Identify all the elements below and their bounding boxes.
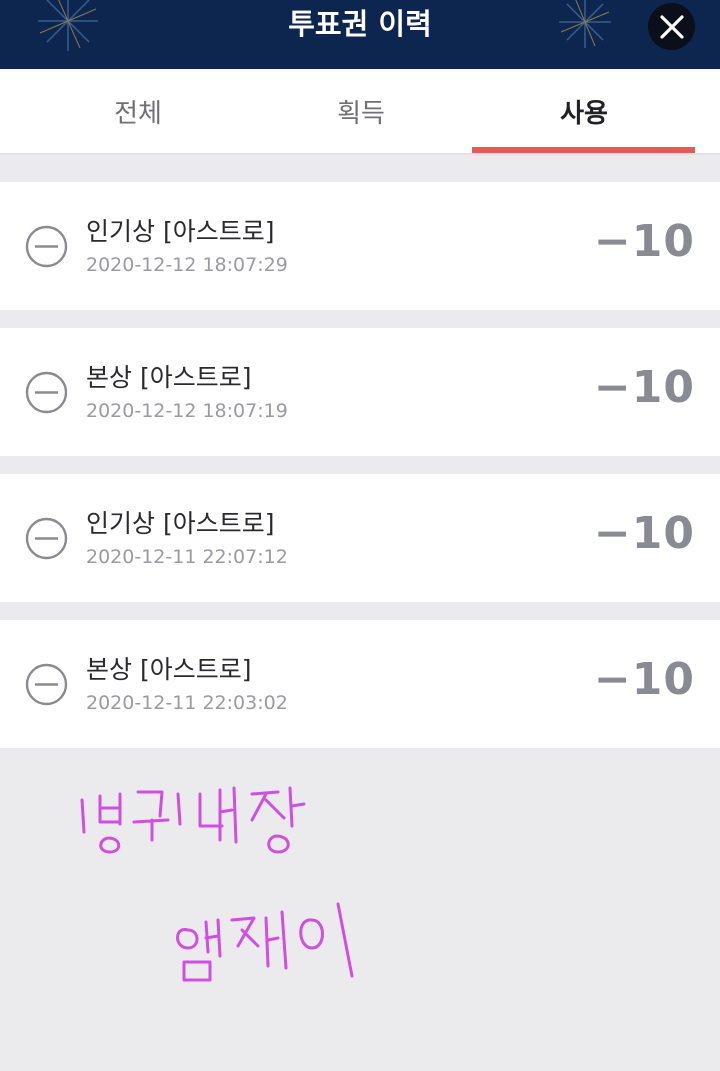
history-item-datetime: 2020-12-12 18:07:19 [86, 400, 288, 422]
history-item-title: 본상 [아스트로] [86, 655, 252, 684]
history-item[interactable]: 인기상 [아스트로] 2020-12-11 22:07:12 −10 [0, 474, 720, 602]
tab-all[interactable]: 전체 [26, 69, 250, 153]
history-item-datetime: 2020-12-12 18:07:29 [86, 254, 288, 276]
close-button[interactable] [648, 3, 695, 50]
handwritten-signature [80, 786, 354, 982]
history-item[interactable]: 본상 [아스트로] 2020-12-12 18:07:19 −10 [0, 328, 720, 456]
minus-circle-icon [25, 517, 68, 560]
tab-active-indicator [472, 147, 695, 153]
history-item-amount: −10 [593, 362, 695, 413]
page-title: 투표권 이력 [288, 7, 432, 41]
history-item-title: 인기상 [아스트로] [86, 217, 275, 246]
history-item-title: 본상 [아스트로] [86, 363, 252, 392]
history-item-datetime: 2020-12-11 22:03:02 [86, 692, 288, 714]
tab-bar: 전체 획득 사용 [0, 69, 720, 155]
history-item-title: 인기상 [아스트로] [86, 509, 275, 538]
history-item-amount: −10 [593, 654, 695, 705]
history-item[interactable]: 인기상 [아스트로] 2020-12-12 18:07:29 −10 [0, 182, 720, 310]
history-item[interactable]: 본상 [아스트로] 2020-12-11 22:03:02 −10 [0, 620, 720, 748]
history-item-amount: −10 [593, 216, 695, 267]
history-item-datetime: 2020-12-11 22:07:12 [86, 546, 288, 568]
history-item-amount: −10 [593, 508, 695, 559]
minus-circle-icon [25, 371, 68, 414]
header-bar: 투표권 이력 [0, 0, 720, 69]
minus-circle-icon [25, 663, 68, 706]
minus-circle-icon [25, 225, 68, 268]
tab-used[interactable]: 사용 [472, 69, 696, 153]
tab-acquired[interactable]: 획득 [249, 69, 473, 153]
close-icon [659, 14, 684, 39]
